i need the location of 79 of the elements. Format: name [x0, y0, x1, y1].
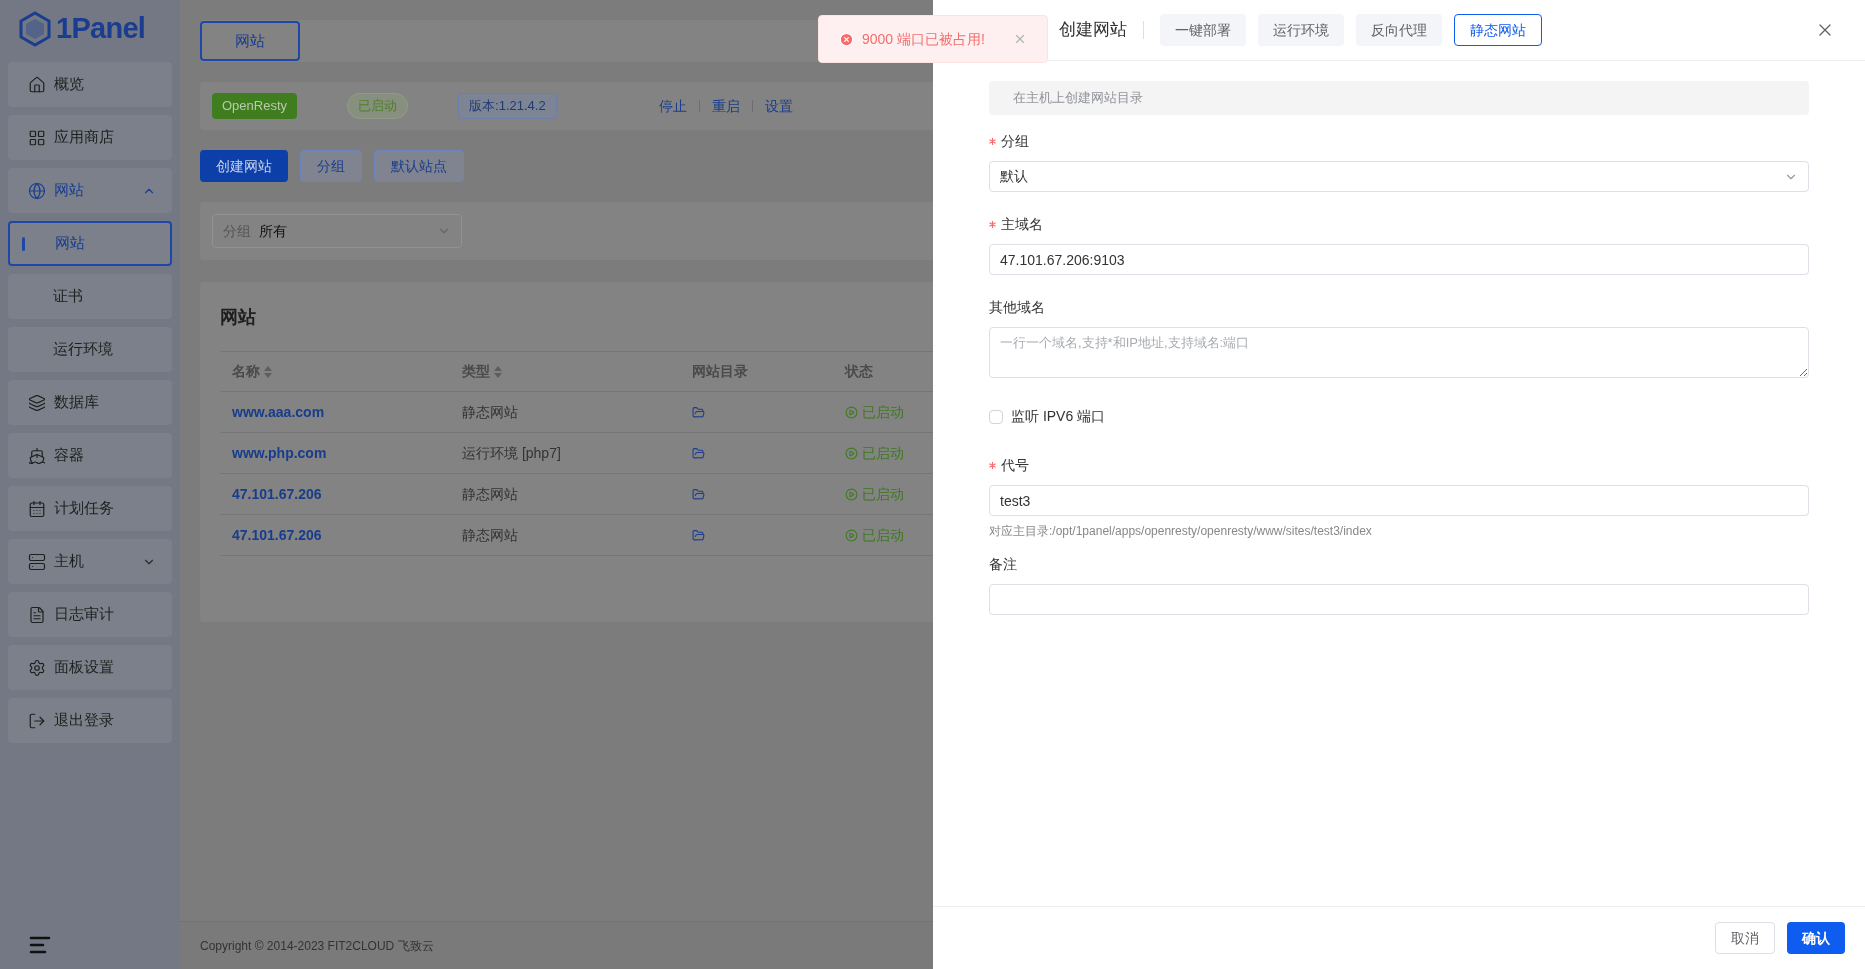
table-title: 网站: [220, 306, 257, 329]
play-icon: [845, 487, 858, 501]
action-link[interactable]: 停止: [658, 95, 687, 117]
site-name-link[interactable]: www.php.com: [220, 442, 450, 464]
logout-icon: [28, 711, 46, 730]
submenu-item[interactable]: 运行环境: [8, 327, 172, 372]
sidebar-item[interactable]: 主机: [8, 539, 172, 584]
folder-icon[interactable]: [692, 487, 705, 501]
sidebar-item[interactable]: 计划任务: [8, 486, 172, 531]
input-field[interactable]: [989, 584, 1809, 615]
table-cell-text: 静态网站: [461, 402, 519, 422]
drawer-tab[interactable]: 反向代理: [1356, 14, 1442, 46]
grid-icon: [28, 128, 46, 147]
logo-icon: [18, 11, 52, 47]
sidebar-item[interactable]: 日志审计: [8, 592, 172, 637]
folder-icon[interactable]: [692, 528, 705, 542]
submenu-item[interactable]: 证书: [8, 274, 172, 319]
dialog-button[interactable]: 确认: [1787, 922, 1845, 954]
layers-icon: [28, 393, 46, 412]
app-tag: OpenResty: [212, 93, 298, 119]
field-hint: 对应主目录:/opt/1panel/apps/openresty/openresty/www/sites/test3/index: [989, 523, 1373, 540]
toolbar-button[interactable]: 创建网站: [200, 150, 288, 182]
copyright-text: Copyright © 2014-2023 FIT2CLOUD 飞致云: [200, 937, 434, 955]
site-name-link[interactable]: 47.101.67.206: [220, 483, 450, 505]
version-tag: 版本:1.21.4.2: [458, 93, 557, 119]
checkbox[interactable]: [989, 409, 1003, 424]
play-icon: [845, 405, 858, 419]
toast-message: 9000 端口已被占用!: [862, 29, 986, 49]
dialog-button[interactable]: 取消: [1715, 922, 1775, 954]
play-icon: [845, 446, 858, 460]
drawer-title: 创建网站: [1059, 19, 1127, 42]
sidebar-item[interactable]: 概览: [8, 62, 172, 107]
globe-icon: [28, 181, 46, 200]
field-label: 主域名: [1001, 215, 1043, 234]
checkbox-label: 监听 IPV6 端口: [1011, 407, 1106, 426]
column-header[interactable]: 名称: [220, 361, 450, 382]
sidebar-item[interactable]: 数据库: [8, 380, 172, 425]
status-tag: 已启动: [347, 93, 409, 119]
submenu-item[interactable]: 网站: [8, 221, 172, 266]
select-field[interactable]: 默认: [989, 161, 1809, 192]
sidebar-item[interactable]: 网站: [8, 168, 172, 213]
folder-icon[interactable]: [692, 446, 705, 460]
sidebar-item[interactable]: 面板设置: [8, 645, 172, 690]
sidebar-item[interactable]: 退出登录: [8, 698, 172, 743]
folder-icon[interactable]: [692, 405, 705, 419]
play-icon: [845, 528, 858, 542]
site-name-link[interactable]: 47.101.67.206: [220, 524, 450, 546]
toolbar-button[interactable]: 分组: [300, 150, 362, 182]
notice-bar: 在主机上创建网站目录: [989, 81, 1809, 115]
ship-icon: [28, 446, 46, 465]
column-header[interactable]: 状态: [833, 361, 933, 382]
logo-text: 1Panel: [56, 11, 146, 47]
field-label: 代号: [1001, 456, 1029, 475]
column-header[interactable]: 类型: [450, 361, 680, 382]
action-link[interactable]: 重启: [711, 95, 740, 117]
input-field[interactable]: 47.101.67.206:9103: [989, 244, 1809, 275]
settings-icon: [28, 658, 46, 677]
page-tab[interactable]: 网站: [200, 21, 300, 61]
field-label: 备注: [989, 555, 1017, 574]
input-field[interactable]: test3: [989, 485, 1809, 516]
drawer-tab[interactable]: 一键部署: [1160, 14, 1246, 46]
table-cell-text: 运行环境 [php7]: [461, 443, 562, 463]
field-label: 其他域名: [989, 298, 1045, 317]
document-icon: [28, 605, 46, 624]
sidebar-item[interactable]: 应用商店: [8, 115, 172, 160]
calendar-icon: [28, 499, 46, 518]
server-icon: [28, 552, 46, 571]
table-cell-text: 静态网站: [461, 525, 519, 545]
column-header[interactable]: 网站目录: [680, 361, 833, 382]
toolbar-button[interactable]: 默认站点: [374, 150, 464, 182]
site-name-link[interactable]: www.aaa.com: [220, 401, 450, 423]
table-cell-text: 静态网站: [461, 484, 519, 504]
field-label: 分组: [1001, 132, 1029, 151]
error-icon: [839, 31, 854, 47]
drawer-tab[interactable]: 运行环境: [1258, 14, 1344, 46]
action-link[interactable]: 设置: [764, 95, 793, 117]
sidebar-item[interactable]: 容器: [8, 433, 172, 478]
drawer-tab[interactable]: 静态网站: [1454, 14, 1542, 46]
house-icon: [28, 75, 46, 94]
